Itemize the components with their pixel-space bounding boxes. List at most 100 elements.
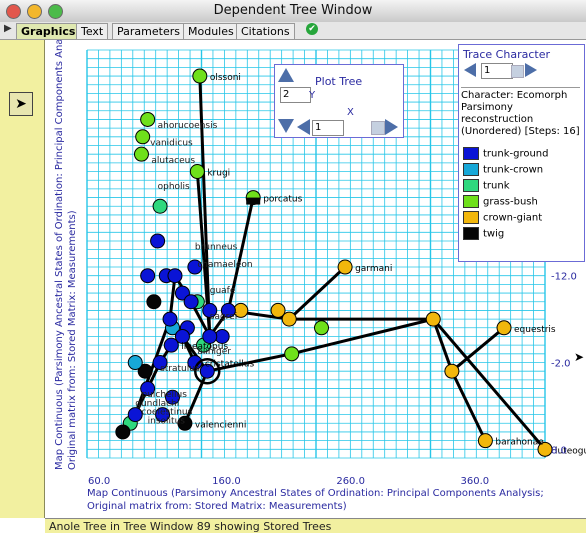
legend-item: grass-bush	[463, 195, 538, 208]
tab-parameters[interactable]: Parameters	[112, 23, 185, 39]
y-tick-label: 8.0	[551, 445, 567, 456]
character-description: Character: Ecomorph Parsimony reconstruc…	[461, 87, 580, 138]
tree-node	[127, 407, 143, 423]
legend-swatch	[463, 227, 479, 240]
y-down-arrow-icon[interactable]	[278, 119, 294, 133]
taxon-label: valencienni	[195, 420, 246, 430]
tip-node	[337, 259, 353, 275]
tree-node	[284, 346, 300, 362]
y-label: Y	[309, 90, 316, 101]
x-axis-label: Map Continuous (Parsimony Ancestral Stat…	[87, 488, 544, 499]
trace-character-title: Trace Character	[463, 48, 550, 61]
tree-node	[162, 311, 178, 327]
taxon-label: porcatus	[263, 195, 302, 205]
y-tick-label: -12.0	[551, 272, 577, 283]
clade-label: ahorucoensis	[158, 121, 218, 131]
legend-swatch	[463, 195, 479, 208]
arrow-tool-icon[interactable]: ➤	[9, 92, 33, 116]
taxon-label: krugi	[207, 169, 230, 179]
legend-item: trunk-crown	[463, 163, 543, 176]
legend-swatch	[463, 179, 479, 192]
tree-node	[425, 311, 441, 327]
x-left-arrow-icon[interactable]	[297, 119, 310, 135]
tool-palette: ➤	[0, 40, 45, 518]
plot-tree-title: Plot Tree	[315, 75, 363, 88]
clade-label: alutaceus	[151, 156, 195, 166]
y-tree-field[interactable]: 2	[280, 87, 311, 103]
collapse-triangle-icon[interactable]: ▶	[4, 23, 12, 34]
legend-item: trunk	[463, 179, 510, 192]
x-tick-label: 60.0	[88, 476, 110, 487]
axis-ticks: 60.0 160.0 260.0 360.0 -12.0 -2.0 8.0	[88, 272, 577, 487]
window-title: Dependent Tree Window	[213, 3, 373, 18]
x-right-arrow-icon[interactable]	[385, 119, 398, 135]
trace-right-arrow-icon[interactable]	[525, 63, 537, 77]
legend-swatch	[463, 147, 479, 160]
character-number-field[interactable]: 1	[481, 63, 513, 79]
tab-graphics[interactable]: Graphics	[16, 23, 81, 39]
tree-node	[135, 129, 151, 145]
tree-node	[140, 111, 156, 127]
tree-node	[146, 294, 162, 310]
clade-label: guafe	[210, 286, 236, 296]
clade-label: stratulus	[160, 364, 200, 374]
clade-label: opholis	[158, 182, 190, 192]
tree-node	[152, 198, 168, 214]
status-bar: Anole Tree in Tree Window 89 showing Sto…	[45, 518, 586, 533]
plot-tree-panel: Plot Tree 2 Y X 1	[274, 64, 404, 138]
tip-node-half	[246, 197, 261, 205]
legend-swatch	[463, 211, 479, 224]
taxon-label: cristatellus	[205, 360, 255, 370]
clade-label: vanidicus	[150, 138, 193, 148]
y-axis-label: Map Continuous (Parsimony Ancestral Stat…	[54, 40, 65, 470]
taxon-label: olssoni	[210, 73, 241, 83]
tree-node	[133, 146, 149, 162]
x-tick-label: 260.0	[336, 476, 365, 487]
clade-label: chamaeleon	[197, 260, 252, 270]
tree-node	[140, 268, 156, 284]
clade-label: brunneus	[195, 243, 238, 253]
x-tick-label: 160.0	[212, 476, 241, 487]
legend-item: trunk-ground	[463, 147, 549, 160]
tab-citations[interactable]: Citations	[236, 23, 295, 39]
clade-label: insolitus	[148, 416, 186, 426]
taxon-label: garmani	[355, 264, 392, 274]
taxon-label: barahonae	[495, 438, 544, 448]
y-axis-label-line2: Original matrix from: Stored Matrix: Mea…	[67, 210, 78, 470]
x-label: X	[347, 107, 354, 118]
tree-node	[314, 320, 329, 336]
x-step-button[interactable]	[371, 121, 385, 135]
tip-node	[496, 320, 512, 336]
tip-node	[163, 337, 179, 353]
legend-swatch	[463, 163, 479, 176]
tip-node	[192, 68, 208, 84]
tree-node	[167, 268, 183, 284]
y-tick-label: -2.0	[551, 359, 571, 370]
title-bar: Dependent Tree Window	[0, 0, 586, 23]
tree-node	[444, 363, 460, 379]
tree-node	[183, 294, 199, 310]
mouse-cursor-icon: ➤	[574, 350, 585, 364]
tip-node	[189, 164, 205, 180]
x-tick-label: 360.0	[461, 476, 490, 487]
legend-item: twig	[463, 227, 504, 240]
x-axis-label-line2: Original matrix from: Stored Matrix: Mea…	[87, 501, 347, 512]
check-icon[interactable]: ✔	[306, 23, 318, 35]
x-tree-field[interactable]: 1	[312, 120, 344, 136]
tab-text[interactable]: Text	[76, 23, 109, 39]
clade-label: sagrei	[210, 312, 237, 322]
clade-label: aliniger	[197, 347, 231, 357]
tree-node	[127, 355, 143, 371]
tree-node	[150, 233, 166, 249]
tree-node	[281, 311, 297, 327]
legend-item: crown-giant	[463, 211, 542, 224]
tab-modules[interactable]: Modules	[183, 23, 239, 39]
tree-node	[115, 424, 131, 440]
trace-character-panel: Trace Character 1 Character: Ecomorph Pa…	[458, 44, 585, 262]
trace-left-arrow-icon[interactable]	[464, 63, 476, 77]
tab-bar: ▶ Graphics Text Parameters Modules Citat…	[0, 22, 586, 40]
taxon-label: equestris	[514, 325, 556, 335]
y-up-arrow-icon[interactable]	[278, 68, 294, 82]
tip-node	[477, 433, 493, 449]
trace-step-button[interactable]	[511, 65, 524, 78]
